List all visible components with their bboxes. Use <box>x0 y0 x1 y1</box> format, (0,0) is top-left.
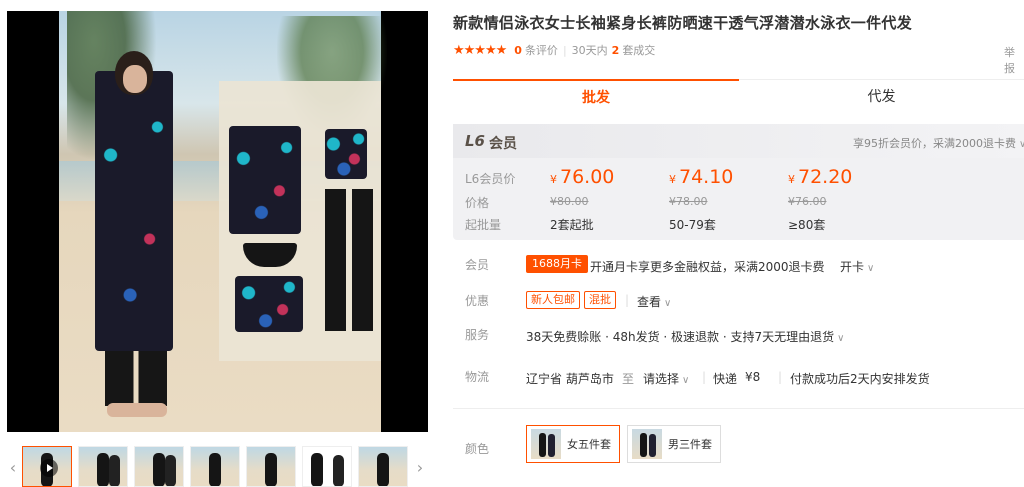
thumbnail-figure <box>109 455 120 486</box>
tab-wholesale[interactable]: 批发 <box>453 79 739 114</box>
purchase-mode-tabs: 批发 代发 <box>453 79 1024 114</box>
open-card-link[interactable]: 开卡 ∨ <box>840 258 874 275</box>
thumbnail-next-arrow[interactable]: › <box>414 458 426 478</box>
logistics-row-label: 物流 <box>465 370 490 384</box>
leggings-item <box>325 189 373 331</box>
color-option-men-3pc[interactable]: 男三件套 <box>627 425 721 463</box>
model-swimsuit <box>95 71 173 351</box>
monthly-card-text: 开通月卡享更多金融权益，采满2000退卡费 <box>590 260 825 274</box>
thumbnail-image[interactable] <box>134 446 184 487</box>
product-title: 新款情侣泳衣女士长袖紧身长裤防晒速干透气浮潜潜水泳衣一件代发 <box>453 14 913 32</box>
jacket-item <box>229 126 301 234</box>
thumbnail-figure <box>153 453 165 486</box>
thumbnail-figure <box>265 453 277 486</box>
play-icon <box>40 459 58 477</box>
member-price-label: L6会员价 <box>465 172 516 186</box>
thumbnail-figure <box>311 453 323 486</box>
promo-row-label: 优惠 <box>465 294 490 308</box>
report-link[interactable]: 举报 <box>1004 44 1024 76</box>
original-price-label: 价格 <box>465 196 490 210</box>
rating-stars-icon: ★★★★★ <box>453 42 507 58</box>
tier-moq: ≥80套 <box>788 218 826 232</box>
thumbnail-figure <box>165 455 176 486</box>
color-option-women-5pc[interactable]: 女五件套 <box>526 425 620 463</box>
moq-label: 起批量 <box>465 218 502 232</box>
chevron-down-icon: ∨ <box>682 375 690 386</box>
service-row-label: 服务 <box>465 328 490 342</box>
thumbnail-figure <box>209 453 221 486</box>
chevron-down-icon: ∨ <box>1019 139 1024 150</box>
chevron-down-icon: ∨ <box>867 263 875 274</box>
member-header: L6 会员 享95折会员价，采满2000退卡费 ∨ <box>453 124 1024 158</box>
ship-note: 付款成功后2天内安排发货 <box>790 372 930 386</box>
section-divider <box>453 408 1024 409</box>
service-details[interactable]: 38天免费赊账 · 48h发货 · 极速退款 · 支持7天无理由退货 ∨ <box>526 328 844 345</box>
tier-price: ¥74.10 <box>669 166 734 188</box>
model-face <box>123 65 147 93</box>
l6-badge: L6 <box>465 132 485 150</box>
tab-dropship[interactable]: 代发 <box>739 79 1024 114</box>
review-count[interactable]: 0 <box>514 44 522 57</box>
divider: | <box>778 370 783 384</box>
tier-moq: 50-79套 <box>669 218 716 232</box>
review-label[interactable]: 条评价 <box>525 42 558 58</box>
thumbnail-strip: ‹ › <box>7 446 428 487</box>
member-label: 会员 <box>489 136 517 152</box>
color-option-label: 女五件套 <box>567 438 611 451</box>
tier-original-price: ¥76.00 <box>788 195 827 208</box>
thumbnail-figure <box>377 453 389 486</box>
ship-to-label: 至 <box>622 372 635 386</box>
tier-moq: 2套起批 <box>550 218 594 232</box>
tier-price: ¥72.20 <box>788 166 853 188</box>
divider: | <box>625 293 630 307</box>
divider: | <box>562 43 567 57</box>
thumbnail-image[interactable] <box>190 446 240 487</box>
ship-origin: 辽宁省 葫芦岛市 <box>526 372 614 386</box>
thumbnail-image[interactable] <box>358 446 408 487</box>
thumbnail-image[interactable] <box>78 446 128 487</box>
color-option-label: 男三件套 <box>668 438 712 451</box>
promo-view-link[interactable]: 查看 ∨ <box>637 293 671 310</box>
thumbnail-figure <box>97 453 109 486</box>
member-row-label: 会员 <box>465 258 490 272</box>
deal-count: 2 <box>611 43 620 57</box>
member-note[interactable]: 享95折会员价，采满2000退卡费 ∨ <box>853 135 1024 151</box>
color-option-thumbnail <box>632 429 662 459</box>
chevron-down-icon: ∨ <box>664 298 672 309</box>
divider: | <box>702 370 707 384</box>
period-label: 30天内 <box>571 44 608 57</box>
rating-row: ★★★★★ 0 条评价 | 30天内 2 套成交 <box>453 42 655 58</box>
express-label: 快递 <box>713 372 738 386</box>
thumbnail-figure <box>333 455 344 486</box>
express-fee: ¥8 <box>745 370 761 384</box>
promo-tag-mixed: 混批 <box>584 291 616 309</box>
monthly-card-badge: 1688月卡 <box>526 255 588 273</box>
bra-top-item <box>325 129 367 179</box>
tier-original-price: ¥78.00 <box>669 195 708 208</box>
deal-label: 套成交 <box>622 44 656 57</box>
model-feet <box>107 403 167 417</box>
thumbnail-image[interactable] <box>246 446 296 487</box>
chevron-down-icon: ∨ <box>837 333 845 344</box>
color-row-label: 颜色 <box>465 442 490 456</box>
destination-select[interactable]: 请选择 ∨ <box>643 370 689 387</box>
thumbnail-video[interactable] <box>22 446 72 487</box>
promo-tag-new-user: 新人包邮 <box>526 291 580 309</box>
main-product-image[interactable] <box>7 11 428 432</box>
thumbnail-prev-arrow[interactable]: ‹ <box>7 458 19 478</box>
tier-price: ¥76.00 <box>550 166 615 188</box>
tier-original-price: ¥80.00 <box>550 195 589 208</box>
color-option-thumbnail <box>531 429 561 459</box>
shorts-item <box>235 276 303 332</box>
thumbnail-image[interactable] <box>302 446 352 487</box>
price-box: L6 会员 享95折会员价，采满2000退卡费 ∨ L6会员价 价格 起批量 ¥7… <box>453 124 1024 240</box>
